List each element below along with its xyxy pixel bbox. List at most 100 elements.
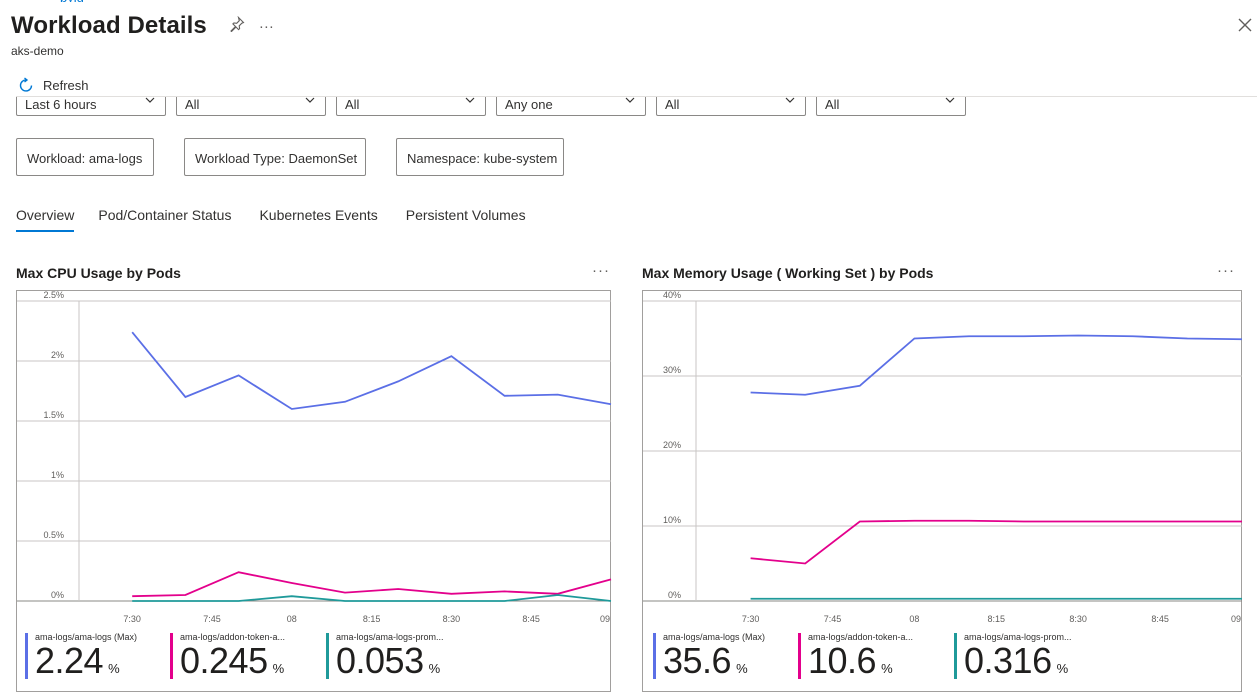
legend-item: ama-logs/ama-logs (Max) 2.24% bbox=[25, 632, 170, 681]
close-icon[interactable] bbox=[1236, 16, 1254, 34]
dropdown-value: Any one bbox=[505, 97, 553, 112]
memory-chart-plot: 0% 10% 20% 30% 40% 7:30 7:45 08 8:15 8:30 8:45 09 bbox=[643, 291, 1243, 624]
y-tick-label: 0.5% bbox=[43, 530, 64, 540]
chevron-down-icon bbox=[145, 97, 155, 103]
y-tick-label: 20% bbox=[663, 440, 681, 450]
x-tick-label: 7:30 bbox=[123, 614, 141, 624]
legend-unit: % bbox=[272, 661, 285, 676]
chevron-down-icon bbox=[785, 97, 795, 103]
cpu-chart-legend: ama-logs/ama-logs (Max) 2.24% ama-logs/ad… bbox=[25, 632, 476, 681]
series-line bbox=[132, 594, 612, 602]
namespace-pill: Namespace: kube-system bbox=[396, 138, 564, 176]
legend-swatch bbox=[653, 633, 656, 679]
dropdown-value: All bbox=[185, 97, 200, 112]
legend-unit: % bbox=[428, 661, 441, 676]
more-options-icon[interactable]: ··· bbox=[592, 262, 610, 279]
legend-item: ama-logs/ama-logs-prom... 0.053% bbox=[326, 632, 476, 681]
legend-value: 10.6 bbox=[808, 640, 877, 681]
legend-value: 35.6 bbox=[663, 640, 732, 681]
y-tick-label: 1% bbox=[51, 470, 64, 480]
legend-item: ama-logs/addon-token-a... 10.6% bbox=[798, 632, 954, 681]
tab-overview[interactable]: Overview bbox=[16, 207, 75, 232]
legend-value: 0.053 bbox=[336, 640, 424, 681]
time-range-dropdown[interactable]: Last 6 hours bbox=[16, 97, 166, 116]
y-tick-label: 0% bbox=[668, 590, 681, 600]
legend-value: 2.24 bbox=[35, 640, 104, 681]
more-options-icon[interactable]: ··· bbox=[1217, 262, 1235, 279]
legend-swatch bbox=[170, 633, 173, 679]
legend-unit: % bbox=[881, 661, 893, 676]
legend-unit: % bbox=[108, 661, 120, 676]
refresh-button[interactable]: Refresh bbox=[18, 77, 89, 94]
page-subtitle: aks-demo bbox=[11, 44, 64, 58]
pin-icon[interactable] bbox=[229, 15, 245, 36]
dropdown-value: All bbox=[825, 97, 840, 112]
series-line bbox=[750, 519, 1242, 565]
cpu-chart: 0% 0.5% 1% 1.5% 2% 2.5% 7:30 7:45 08 8:15 8:30 8:45… bbox=[16, 290, 612, 692]
legend-item: ama-logs/ama-logs-prom... 0.316% bbox=[954, 632, 1104, 680]
x-tick-label: 8:30 bbox=[443, 614, 461, 624]
memory-chart: 0% 10% 20% 30% 40% 7:30 7:45 08 8:15 8:30 8:45 09 a… bbox=[642, 290, 1243, 692]
chevron-down-icon bbox=[465, 97, 475, 103]
memory-chart-legend: ama-logs/ama-logs (Max) 35.6% ama-logs/ad… bbox=[653, 632, 1104, 681]
legend-item: ama-logs/ama-logs (Max) 35.6% bbox=[653, 632, 798, 681]
series-line bbox=[131, 331, 612, 410]
x-tick-label: 09 bbox=[1231, 614, 1241, 624]
more-options-icon[interactable]: ··· bbox=[259, 18, 274, 35]
tab-pod-container-status[interactable]: Pod/Container Status bbox=[98, 207, 231, 232]
x-tick-label: 8:45 bbox=[522, 614, 540, 624]
cpu-chart-title: Max CPU Usage by Pods bbox=[16, 265, 181, 281]
dropdown-value: All bbox=[665, 97, 680, 112]
series-line bbox=[132, 571, 612, 598]
x-tick-label: 7:45 bbox=[824, 614, 842, 624]
refresh-label: Refresh bbox=[43, 78, 89, 93]
y-tick-label: 1.5% bbox=[43, 410, 64, 420]
x-tick-label: 09 bbox=[600, 614, 610, 624]
y-tick-label: 10% bbox=[663, 515, 681, 525]
filter-dropdown[interactable]: Any one bbox=[496, 97, 646, 116]
breadcrumb[interactable]: pyig bbox=[60, 0, 180, 2]
dropdown-value: Last 6 hours bbox=[25, 97, 97, 112]
page-header: Workload Details ··· bbox=[11, 12, 274, 40]
chevron-down-icon bbox=[305, 97, 315, 103]
x-tick-label: 8:15 bbox=[988, 614, 1006, 624]
dropdown-value: All bbox=[345, 97, 360, 112]
legend-swatch bbox=[25, 633, 28, 679]
x-tick-label: 08 bbox=[287, 614, 297, 624]
y-tick-label: 2.5% bbox=[43, 291, 64, 300]
y-tick-label: 2% bbox=[51, 350, 64, 360]
memory-chart-title: Max Memory Usage ( Working Set ) by Pods bbox=[642, 265, 934, 281]
x-tick-label: 08 bbox=[909, 614, 919, 624]
breadcrumb-link[interactable]: pyig bbox=[60, 0, 84, 2]
filter-dropdown[interactable]: All bbox=[176, 97, 326, 116]
legend-swatch bbox=[954, 633, 957, 679]
y-tick-label: 0% bbox=[51, 590, 64, 600]
legend-swatch bbox=[326, 633, 329, 679]
tab-kubernetes-events[interactable]: Kubernetes Events bbox=[259, 207, 377, 232]
y-tick-label: 30% bbox=[663, 365, 681, 375]
legend-item: ama-logs/addon-token-a... 0.245% bbox=[170, 632, 326, 681]
chevron-down-icon bbox=[945, 97, 955, 103]
legend-value: 0.245 bbox=[180, 640, 268, 681]
x-tick-label: 8:15 bbox=[363, 614, 381, 624]
x-tick-label: 7:45 bbox=[203, 614, 221, 624]
tab-persistent-volumes[interactable]: Persistent Volumes bbox=[406, 207, 526, 232]
workload-type-pill: Workload Type: DaemonSet bbox=[184, 138, 366, 176]
x-tick-label: 8:45 bbox=[1151, 614, 1169, 624]
filter-dropdown[interactable]: All bbox=[336, 97, 486, 116]
cpu-chart-plot: 0% 0.5% 1% 1.5% 2% 2.5% 7:30 7:45 08 8:15 8:30 8:45… bbox=[17, 291, 612, 624]
x-tick-label: 8:30 bbox=[1069, 614, 1087, 624]
legend-swatch bbox=[798, 633, 801, 679]
x-tick-label: 7:30 bbox=[742, 614, 760, 624]
filter-dropdown[interactable]: All bbox=[816, 97, 966, 116]
legend-unit: % bbox=[1056, 661, 1069, 676]
y-tick-label: 40% bbox=[663, 291, 681, 300]
filter-bar: Last 6 hours All All Any one All All bbox=[16, 96, 1257, 116]
filter-dropdown[interactable]: All bbox=[656, 97, 806, 116]
series-line bbox=[750, 334, 1243, 396]
tab-bar: Overview Pod/Container Status Kubernetes… bbox=[16, 207, 554, 232]
page-title: Workload Details bbox=[11, 12, 207, 39]
chevron-down-icon bbox=[625, 97, 635, 103]
legend-unit: % bbox=[736, 661, 748, 676]
refresh-icon bbox=[19, 77, 33, 92]
